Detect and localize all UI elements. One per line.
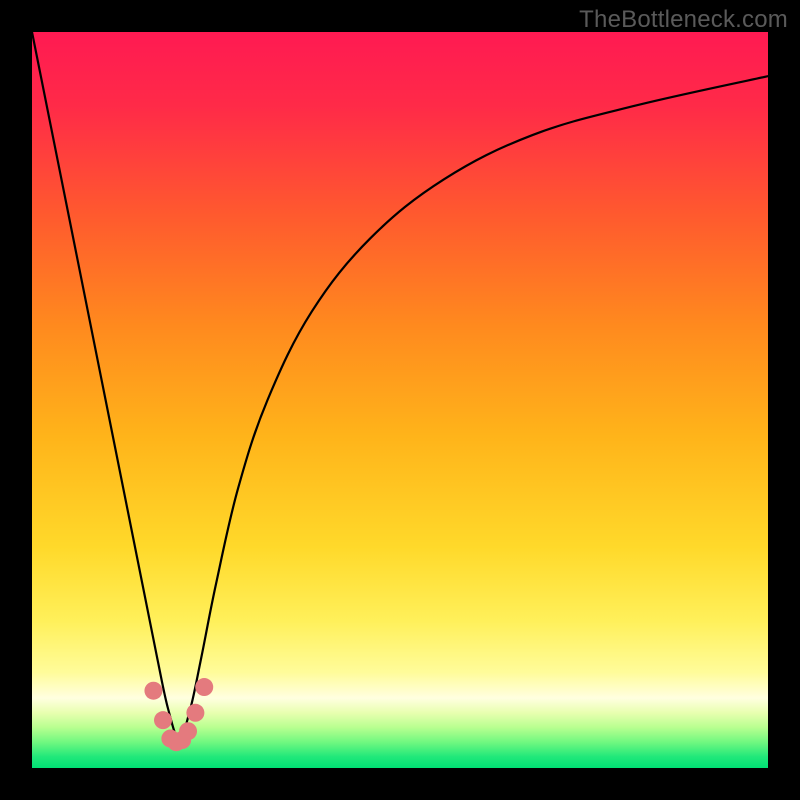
highlight-marker (186, 704, 204, 722)
bottleneck-curve (32, 32, 768, 739)
highlight-marker (195, 678, 213, 696)
highlight-marker (154, 711, 172, 729)
highlight-marker (179, 722, 197, 740)
highlight-markers (144, 678, 213, 751)
curve-layer (32, 32, 768, 768)
watermark-text: TheBottleneck.com (579, 6, 788, 34)
chart-frame: TheBottleneck.com (0, 0, 800, 800)
highlight-marker (144, 682, 162, 700)
plot-area (32, 32, 768, 768)
